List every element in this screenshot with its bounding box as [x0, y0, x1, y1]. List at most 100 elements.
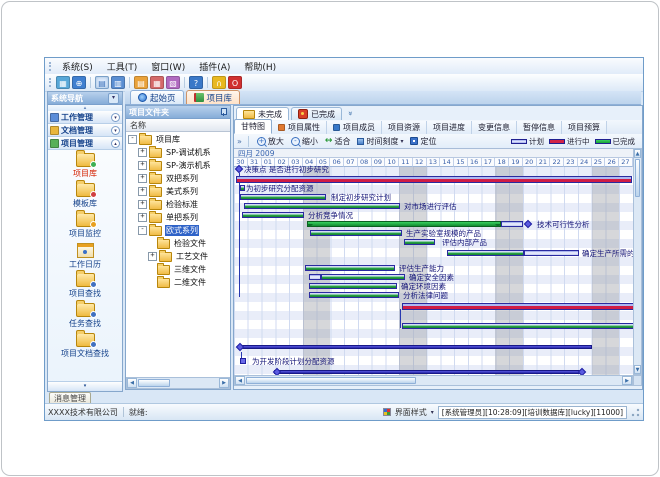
sidebar-section-2[interactable]: 项目管理▴: [48, 137, 122, 150]
menu-item-4[interactable]: 帮助(H): [237, 59, 283, 74]
system-icon[interactable]: ▦: [56, 76, 70, 89]
gantt-bar-summary[interactable]: [238, 345, 592, 349]
tree-expander-icon[interactable]: +: [138, 148, 147, 157]
tree-column-header[interactable]: 名称: [126, 119, 230, 132]
scroll-left-icon[interactable]: ◀: [235, 376, 245, 385]
chart-icon[interactable]: ▥: [111, 76, 125, 89]
globe-icon[interactable]: ⊕: [72, 76, 86, 89]
time-scale-button[interactable]: 时间刻度▾: [355, 136, 405, 147]
sidebar-item-6[interactable]: 项目文档查找: [48, 331, 122, 359]
tree-node-7[interactable]: -欧式系列: [126, 224, 230, 237]
gantt-page-tab-4[interactable]: 项目进度: [427, 121, 472, 134]
gantt-bar-done[interactable]: [240, 194, 326, 200]
milestone-square-icon[interactable]: [240, 358, 246, 364]
gantt-bar-plan[interactable]: [524, 250, 579, 256]
gantt-page-tab-1[interactable]: 项目属性: [272, 121, 327, 134]
tab-start-page[interactable]: 起始页: [130, 90, 184, 104]
gantt-bar-plan[interactable]: [309, 274, 321, 280]
tree-expander-icon[interactable]: +: [138, 200, 147, 209]
sidebar-item-2[interactable]: 项目监控: [48, 211, 122, 239]
tree-horizontal-scrollbar[interactable]: ◀▶: [126, 377, 230, 389]
scroll-thumb[interactable]: [138, 379, 170, 387]
gantt-bar-done[interactable]: [244, 203, 400, 209]
tree-node-8[interactable]: 检验文件: [126, 237, 230, 250]
tab-finished[interactable]: 已完成: [291, 107, 342, 120]
tree-node-3[interactable]: +双把系列: [126, 172, 230, 185]
gantt-bar-done[interactable]: [402, 323, 633, 329]
tree-node-5[interactable]: +检验标准: [126, 198, 230, 211]
scroll-down-icon[interactable]: ▼: [634, 365, 641, 374]
pin-icon[interactable]: [219, 108, 227, 117]
section-chevron-icon[interactable]: ▾: [111, 113, 120, 122]
zoom-out-button[interactable]: -缩小: [289, 136, 320, 147]
tree-node-10[interactable]: 三维文件: [126, 263, 230, 276]
gantt-bar-sumgreen[interactable]: [307, 221, 501, 227]
tree-node-0[interactable]: -项目库: [126, 133, 230, 146]
tree-expander-icon[interactable]: +: [138, 187, 147, 196]
gantt-bar-done[interactable]: [447, 250, 524, 256]
gantt-bar-done[interactable]: [321, 274, 405, 280]
tab-project-library[interactable]: 项目库: [186, 90, 241, 104]
tree-node-1[interactable]: +SP-调试机系: [126, 146, 230, 159]
menu-item-0[interactable]: 系统(S): [55, 59, 100, 74]
menu-item-2[interactable]: 窗口(W): [144, 59, 192, 74]
sidebar-item-1[interactable]: 模板库: [48, 181, 122, 209]
gantt-bar-prog[interactable]: [402, 303, 633, 310]
open-folder-icon[interactable]: ▤: [95, 76, 109, 89]
interface-style-button[interactable]: 界面样式: [395, 407, 427, 418]
scroll-right-icon[interactable]: ▶: [219, 378, 229, 388]
section-chevron-icon[interactable]: ▾: [111, 126, 120, 135]
sidebar-item-3[interactable]: 工作日历: [48, 241, 122, 270]
gantt-bar-summary[interactable]: [274, 370, 582, 374]
style-dropdown-caret-icon[interactable]: ▾: [431, 409, 434, 416]
gantt-page-tab-5[interactable]: 变更信息: [472, 121, 517, 134]
sidebar-more-section[interactable]: ▾: [48, 381, 122, 391]
gantt-bar-done[interactable]: [309, 283, 397, 289]
gantt-bar-done[interactable]: [305, 265, 395, 271]
gantt-page-tab-7[interactable]: 项目预算: [562, 121, 607, 134]
scroll-left-icon[interactable]: ◀: [127, 378, 137, 388]
gantt-bar-plan[interactable]: [501, 221, 523, 227]
menu-item-3[interactable]: 插件(A): [192, 59, 237, 74]
stop-icon[interactable]: O: [228, 76, 242, 89]
section-chevron-icon[interactable]: ▴: [111, 139, 120, 148]
gantt-page-tab-2[interactable]: 项目成员: [327, 121, 382, 134]
sidebar-item-4[interactable]: 项目查找: [48, 271, 122, 299]
fit-button[interactable]: ↔适合: [323, 136, 353, 147]
tree-node-4[interactable]: +美式系列: [126, 185, 230, 198]
locate-button[interactable]: 定位: [408, 136, 438, 147]
tree-expander-icon[interactable]: -: [128, 135, 137, 144]
gantt-bar-done[interactable]: [309, 292, 399, 298]
tree-expander-icon[interactable]: +: [138, 161, 147, 170]
sidebar-section-0[interactable]: 工作管理▾: [48, 111, 122, 124]
toolbar-overflow-icon[interactable]: »: [237, 137, 242, 146]
gantt-horizontal-scrollbar[interactable]: ◀▶: [234, 375, 633, 386]
gantt-bar-done[interactable]: [242, 212, 304, 218]
tree-expander-icon[interactable]: +: [138, 213, 147, 222]
tree-expander-icon[interactable]: +: [148, 252, 157, 261]
expand-chevron-icon[interactable]: »: [346, 111, 355, 116]
resize-grip[interactable]: [631, 408, 640, 417]
tree-expander-icon[interactable]: -: [138, 226, 147, 235]
tree-node-11[interactable]: 二维文件: [126, 276, 230, 289]
scroll-thumb[interactable]: [246, 377, 416, 384]
sidebar-item-5[interactable]: 任务查找: [48, 301, 122, 329]
sidebar-section-1[interactable]: 文档管理▾: [48, 124, 122, 137]
help-icon[interactable]: ?: [189, 76, 203, 89]
gantt-bar-prog[interactable]: [236, 176, 632, 183]
tree-node-2[interactable]: +SP-演示机系: [126, 159, 230, 172]
projects-icon[interactable]: ▦: [150, 76, 164, 89]
menu-item-1[interactable]: 工具(T): [100, 59, 145, 74]
tree-node-6[interactable]: +单把系列: [126, 211, 230, 224]
gantt-bar-done[interactable]: [404, 239, 435, 245]
scroll-up-icon[interactable]: ▲: [634, 149, 641, 158]
scroll-thumb[interactable]: [635, 159, 640, 197]
gantt-bar-done[interactable]: [310, 230, 402, 236]
gantt-page-tab-0[interactable]: 甘特图: [234, 119, 272, 134]
tree-expander-icon[interactable]: +: [138, 174, 147, 183]
report-icon[interactable]: ▤: [134, 76, 148, 89]
zoom-in-button[interactable]: +放大: [255, 136, 286, 147]
lock-icon[interactable]: ∩: [212, 76, 226, 89]
gantt-bar-done[interactable]: [240, 185, 245, 191]
gantt-page-tab-3[interactable]: 项目资源: [382, 121, 427, 134]
